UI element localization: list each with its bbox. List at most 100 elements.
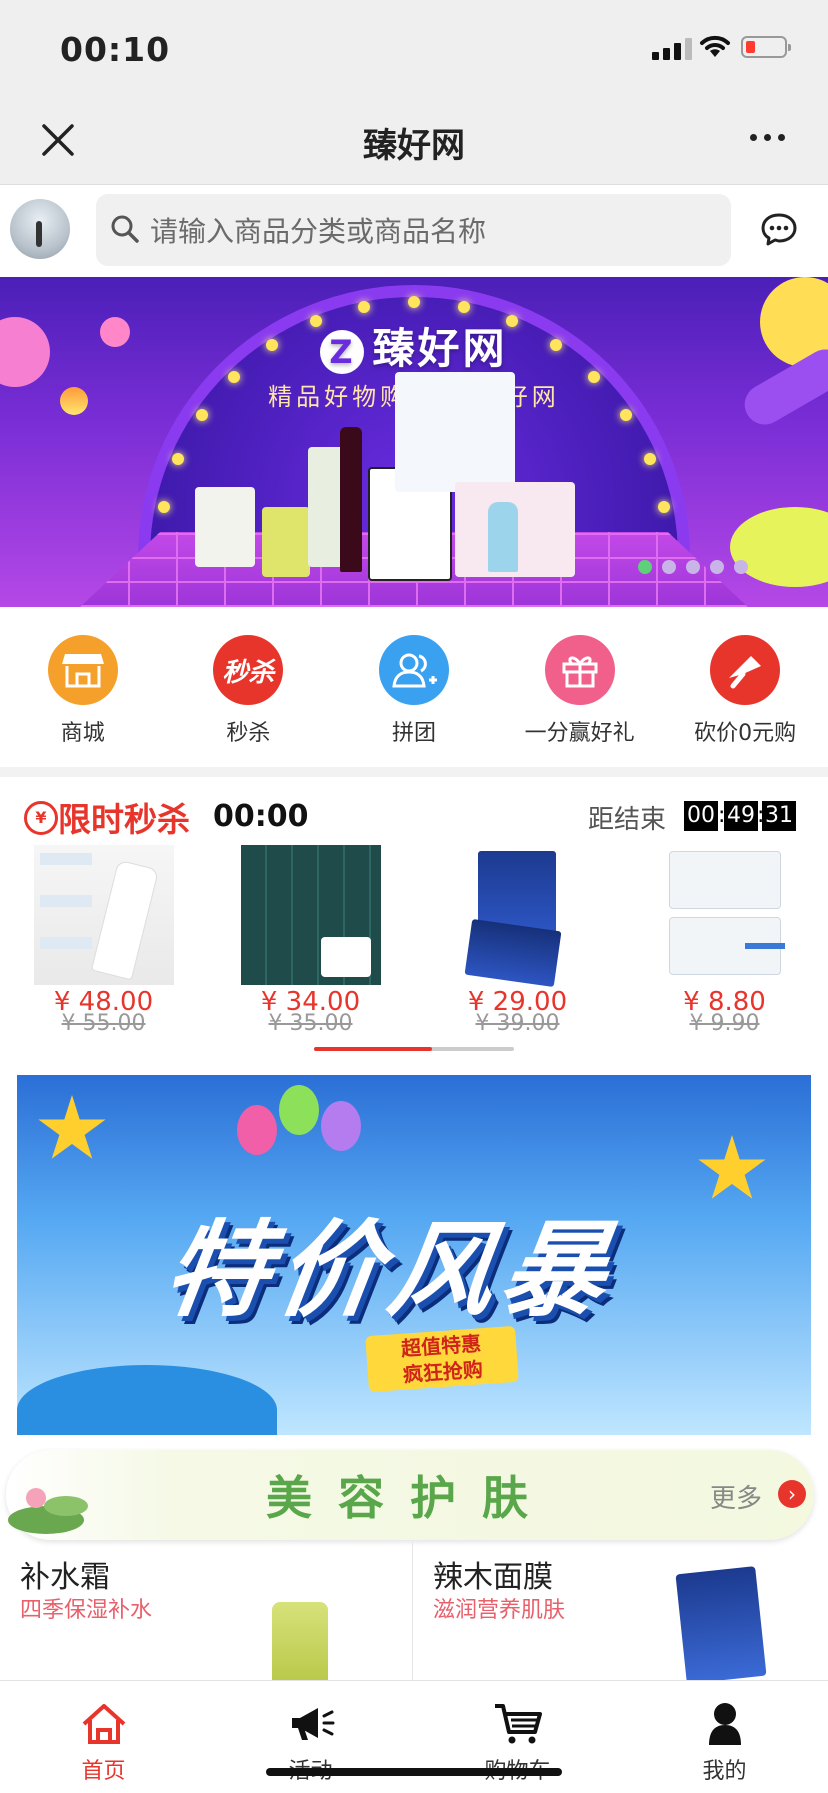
- promo-banner[interactable]: 特价风暴 超值特惠 疯狂抢购: [17, 1075, 811, 1435]
- banner-dot[interactable]: [734, 560, 748, 574]
- product-image: [272, 1602, 328, 1682]
- star-decor: [38, 1095, 106, 1159]
- category-grid: 商城 秒杀 秒杀 拼团 一分赢好礼 砍价0元购: [0, 607, 828, 767]
- banner-dot[interactable]: [638, 560, 652, 574]
- bargain-knife-icon: [710, 635, 781, 705]
- category-label: 拼团: [391, 721, 436, 746]
- countdown-hours: 00: [684, 801, 718, 831]
- flash-sale-section: ¥ 限时秒杀 00:00 距结束 00 : 49 : 31 ¥ 48.00 ¥ …: [0, 777, 828, 1067]
- water-decor: [17, 1365, 277, 1435]
- goods-card[interactable]: 辣木面膜 滋润营养肌肤: [413, 1542, 825, 1684]
- divider: [412, 1542, 413, 1680]
- flash-sale-item[interactable]: ¥ 8.80 ¥ 9.90: [621, 845, 828, 1036]
- category-store[interactable]: 商城: [0, 607, 166, 767]
- balloon-decor: [321, 1101, 361, 1151]
- divider: [0, 767, 828, 777]
- banner-product: [488, 502, 518, 572]
- avatar[interactable]: [10, 199, 70, 259]
- megaphone-icon: [207, 1699, 414, 1749]
- banner-brand: Z 臻好网: [0, 315, 828, 376]
- decor-circle: [730, 507, 828, 587]
- beauty-goods: 补水霜 四季保湿补水 辣木面膜 滋润营养肌肤: [0, 1542, 828, 1684]
- home-icon: [0, 1699, 207, 1749]
- goods-card[interactable]: 补水霜 四季保湿补水: [0, 1542, 412, 1682]
- flash-sale-item[interactable]: ¥ 48.00 ¥ 55.00: [0, 845, 207, 1036]
- category-label: 一分赢好礼: [524, 721, 635, 746]
- tab-label: 首页: [81, 1759, 126, 1784]
- wifi-icon: [700, 35, 730, 57]
- banner-dot[interactable]: [710, 560, 724, 574]
- message-icon[interactable]: [760, 210, 798, 248]
- tab-activity[interactable]: 活动: [207, 1681, 414, 1793]
- original-price: ¥ 35.00: [268, 1011, 353, 1036]
- section-title: 美容护肤: [266, 1471, 554, 1525]
- signal-icon: [652, 38, 692, 60]
- nav-bar: 臻好网: [0, 96, 828, 185]
- battery-icon: [741, 36, 791, 58]
- more-link[interactable]: 更多: [710, 1478, 762, 1515]
- goods-desc: 四季保湿补水: [20, 1598, 153, 1623]
- status-bar: 00:10: [0, 0, 828, 96]
- category-label: 秒杀: [226, 721, 271, 746]
- banner-product: [195, 487, 255, 567]
- hero-banner[interactable]: Z臻好网 精品好物购 尽在臻好网: [0, 277, 828, 607]
- goods-desc: 滋润营养肌肤: [433, 1598, 566, 1623]
- product-image: [655, 845, 795, 985]
- banner-product: [308, 447, 344, 567]
- search-input[interactable]: [148, 194, 712, 268]
- product-image: [448, 845, 588, 987]
- page-title: 臻好网: [363, 126, 465, 166]
- search-row: [0, 185, 828, 277]
- search-box[interactable]: [96, 194, 731, 268]
- gift-icon: [544, 635, 615, 705]
- flash-sale-list: ¥ 48.00 ¥ 55.00 ¥ 34.00 ¥ 35.00 ¥ 29.00 …: [0, 845, 828, 1036]
- original-price: ¥ 39.00: [475, 1011, 560, 1036]
- category-flash-sale[interactable]: 秒杀 秒杀: [166, 607, 332, 767]
- beauty-section-header: 美容护肤 更多 ›: [6, 1450, 814, 1540]
- more-icon[interactable]: [750, 134, 785, 141]
- flash-sale-ends-label: 距结束: [588, 805, 667, 835]
- goods-name: 补水霜: [20, 1560, 110, 1595]
- balloon-decor: [279, 1085, 319, 1135]
- product-image: [675, 1566, 767, 1684]
- countdown-minutes: 49: [724, 801, 758, 831]
- banner-dot[interactable]: [662, 560, 676, 574]
- ring-light: [643, 453, 656, 466]
- search-icon: [111, 215, 139, 243]
- category-label: 商城: [60, 721, 105, 746]
- group-buy-icon: [378, 635, 449, 705]
- original-price: ¥ 9.90: [689, 1011, 760, 1036]
- category-gift[interactable]: 一分赢好礼: [497, 607, 663, 767]
- home-indicator[interactable]: [266, 1768, 562, 1776]
- banner-product-wine: [340, 427, 362, 572]
- flash-sale-icon: 秒杀: [213, 635, 284, 705]
- user-icon: [621, 1699, 828, 1749]
- original-price: ¥ 55.00: [61, 1011, 146, 1036]
- tab-home[interactable]: 首页: [0, 1681, 207, 1793]
- tab-label: 我的: [702, 1759, 747, 1784]
- promo-headline: 特价风暴: [157, 1209, 623, 1331]
- flash-sale-item[interactable]: ¥ 29.00 ¥ 39.00: [414, 845, 621, 1036]
- tab-profile[interactable]: 我的: [621, 1681, 828, 1793]
- flash-sale-session: 00:00: [213, 799, 309, 834]
- cart-icon: [414, 1699, 621, 1749]
- promo-tag: 超值特惠 疯狂抢购: [365, 1325, 519, 1393]
- tab-cart[interactable]: 购物车: [414, 1681, 621, 1793]
- category-bargain[interactable]: 砍价0元购: [662, 607, 828, 767]
- banner-product: [395, 372, 515, 492]
- banner-product: [262, 507, 310, 577]
- banner-dot[interactable]: [686, 560, 700, 574]
- ring-light: [457, 300, 470, 313]
- status-time: 00:10: [60, 30, 171, 69]
- flash-sale-item[interactable]: ¥ 34.00 ¥ 35.00: [207, 845, 414, 1036]
- banner-pagination: [638, 560, 748, 574]
- ring-light: [408, 296, 420, 308]
- flash-sale-title[interactable]: 限时秒杀: [58, 793, 190, 841]
- category-group-buy[interactable]: 拼团: [331, 607, 497, 767]
- flash-sale-scroll-indicator: [314, 1047, 514, 1051]
- brand-logo-icon: Z: [320, 329, 365, 374]
- goods-name: 辣木面膜: [433, 1560, 553, 1595]
- product-image: [33, 845, 174, 985]
- star-decor: [698, 1135, 766, 1199]
- chevron-right-icon[interactable]: ›: [778, 1480, 806, 1508]
